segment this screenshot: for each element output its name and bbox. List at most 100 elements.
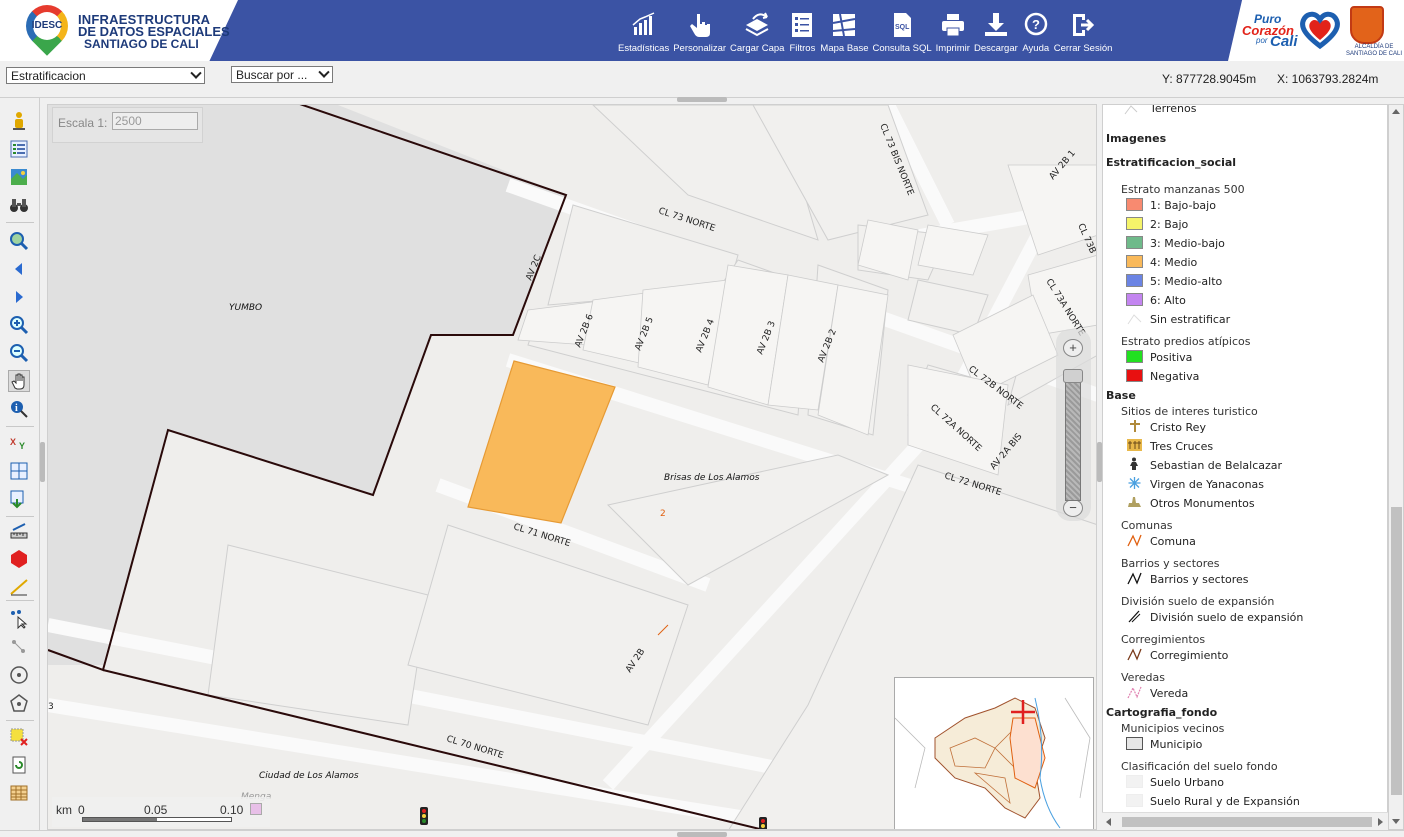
- scale-box: Escala 1: 2500: [52, 107, 203, 143]
- select-tool[interactable]: [8, 608, 30, 630]
- zoom-plus-button[interactable]: +: [1063, 339, 1083, 357]
- imprimir-button[interactable]: Imprimir: [934, 6, 972, 54]
- label-cl70n: CL 70 NORTE: [445, 734, 505, 761]
- left-splitter-handle[interactable]: [40, 442, 45, 482]
- binoculars-tool[interactable]: [8, 194, 30, 216]
- draw-polygon-tool[interactable]: [8, 548, 30, 570]
- label-comuna: 2: [660, 509, 666, 519]
- consulta-sql-button[interactable]: SQL Consulta SQL: [870, 6, 933, 54]
- search-by-select[interactable]: Buscar por ...: [231, 66, 333, 83]
- zoom-globe-icon: [10, 232, 29, 251]
- base-map-icon: [833, 13, 856, 37]
- scroll-down-icon[interactable]: [1392, 819, 1400, 824]
- zoom-out-icon: [10, 344, 29, 363]
- arrow-left-icon: [15, 263, 22, 275]
- add-data-tool[interactable]: [8, 488, 30, 510]
- cargar-capa-button[interactable]: Cargar Capa: [728, 6, 786, 54]
- corregimiento-line-icon: [1127, 648, 1142, 661]
- polygon-select-tool[interactable]: [8, 692, 30, 714]
- legend-base[interactable]: Base: [1106, 389, 1136, 402]
- arrow-right-icon: [16, 291, 23, 303]
- draw-line-tool[interactable]: [8, 576, 30, 598]
- mapa-base-button[interactable]: Mapa Base: [818, 6, 870, 54]
- street-view-tool[interactable]: [8, 110, 30, 132]
- scale-label: Escala 1:: [58, 116, 108, 130]
- personalizar-button[interactable]: Personalizar: [671, 6, 728, 54]
- tres-cruces-icon: [1127, 439, 1142, 451]
- zoom-in-tool[interactable]: [8, 314, 30, 336]
- legend-imagenes[interactable]: Imagenes: [1106, 132, 1166, 145]
- label-yumbo: YUMBO: [229, 303, 262, 313]
- refresh-icon: [12, 756, 26, 774]
- label-edge3: 3: [48, 702, 54, 712]
- bottom-bar: [0, 830, 1404, 837]
- person-icon: [13, 112, 25, 130]
- brand-cali: Cali: [1270, 33, 1298, 50]
- legend-horizontal-scrollbar[interactable]: [1102, 812, 1388, 830]
- previous-extent-tool[interactable]: [8, 258, 30, 280]
- measure-tool[interactable]: [8, 520, 30, 542]
- brand-alcaldia: ALCALDÍA DE SANTIAGO DE CALI: [1345, 44, 1402, 57]
- zoom-out-tool[interactable]: [8, 342, 30, 364]
- identify-tool[interactable]: i: [8, 398, 30, 420]
- descargar-button[interactable]: Descargar: [972, 6, 1020, 54]
- layer-list-icon: [10, 140, 28, 158]
- overview-map[interactable]: [894, 677, 1094, 829]
- zoom-handle[interactable]: [1063, 369, 1083, 383]
- ayuda-button[interactable]: ? Ayuda: [1020, 6, 1052, 54]
- buffer-tool[interactable]: [8, 664, 30, 686]
- swatch-suelo-urbano: [1126, 775, 1143, 788]
- legend-terrenos: Terrenos: [1150, 104, 1197, 115]
- xy-coordinate-tool[interactable]: XY: [8, 432, 30, 454]
- scroll-right-icon[interactable]: [1378, 818, 1383, 826]
- layers-tool[interactable]: [8, 138, 30, 160]
- grid-tool[interactable]: [8, 460, 30, 482]
- cerrar-sesion-button[interactable]: Cerrar Sesión: [1052, 6, 1115, 54]
- label-ciudad: Ciudad de Los Alamos: [259, 771, 359, 781]
- hand-pointer-icon: [689, 14, 710, 37]
- map-canvas[interactable]: CL 73 NORTE CL 73 BIS NORTE AV 2B 1 CL 7…: [47, 104, 1097, 830]
- help-icon: ?: [1024, 12, 1048, 36]
- scroll-left-icon[interactable]: [1106, 818, 1111, 826]
- clear-select-tool[interactable]: [8, 636, 30, 658]
- pan-tool[interactable]: [8, 370, 30, 392]
- next-extent-tool[interactable]: [8, 286, 30, 308]
- belalcazar-statue-icon: [1130, 457, 1138, 470]
- logo-abbr: IDESC: [31, 20, 63, 31]
- layer-select[interactable]: Estratificacion: [6, 67, 205, 84]
- zoom-slider[interactable]: + −: [1056, 329, 1091, 521]
- header-bar: IDESC INFRAESTRUCTURA DE DATOS ESPACIALE…: [0, 0, 1404, 61]
- xy-icon: XY: [10, 437, 25, 451]
- estadisticas-button[interactable]: Estadísticas: [616, 6, 671, 54]
- zoom-track[interactable]: [1065, 373, 1081, 501]
- coord-y: Y: 877728.9045m: [1162, 72, 1257, 86]
- bottom-splitter-handle[interactable]: [677, 832, 727, 837]
- swatch-positiva: [1126, 350, 1143, 363]
- scroll-up-icon[interactable]: [1392, 109, 1400, 114]
- polygon-icon: [11, 550, 27, 568]
- selected-parcel[interactable]: [467, 360, 616, 524]
- legend-scroll-thumb[interactable]: [1391, 507, 1402, 795]
- polygon-select-icon: [10, 694, 28, 712]
- binoculars-icon: [10, 199, 28, 212]
- legend-estratificacion[interactable]: Estratificacion_social: [1106, 156, 1236, 169]
- alcaldia-shield-icon: [1350, 6, 1384, 44]
- zoom-extent-tool[interactable]: [8, 230, 30, 252]
- refresh-tool[interactable]: [8, 754, 30, 776]
- filtros-button[interactable]: Filtros: [786, 6, 818, 54]
- map-legend-tool[interactable]: [8, 166, 30, 188]
- swatch-estrato-6: [1126, 293, 1143, 306]
- svg-text:?: ?: [1032, 17, 1040, 32]
- legend-hscroll-thumb[interactable]: [1122, 817, 1372, 827]
- legend-cartografia[interactable]: Cartografia_fondo: [1106, 706, 1217, 719]
- clear-graphics-tool[interactable]: [8, 726, 30, 748]
- swatch-estrato-5: [1126, 274, 1143, 287]
- cristo-rey-icon: [1130, 420, 1140, 432]
- legend-vertical-scrollbar[interactable]: [1388, 104, 1404, 830]
- zoom-minus-button[interactable]: −: [1063, 499, 1083, 517]
- scale-input[interactable]: 2500: [112, 112, 198, 130]
- top-splitter-handle[interactable]: [677, 97, 727, 102]
- virgen-star-icon: [1128, 477, 1141, 489]
- attribute-table-tool[interactable]: [8, 782, 30, 804]
- division-line-icon: [1128, 610, 1141, 623]
